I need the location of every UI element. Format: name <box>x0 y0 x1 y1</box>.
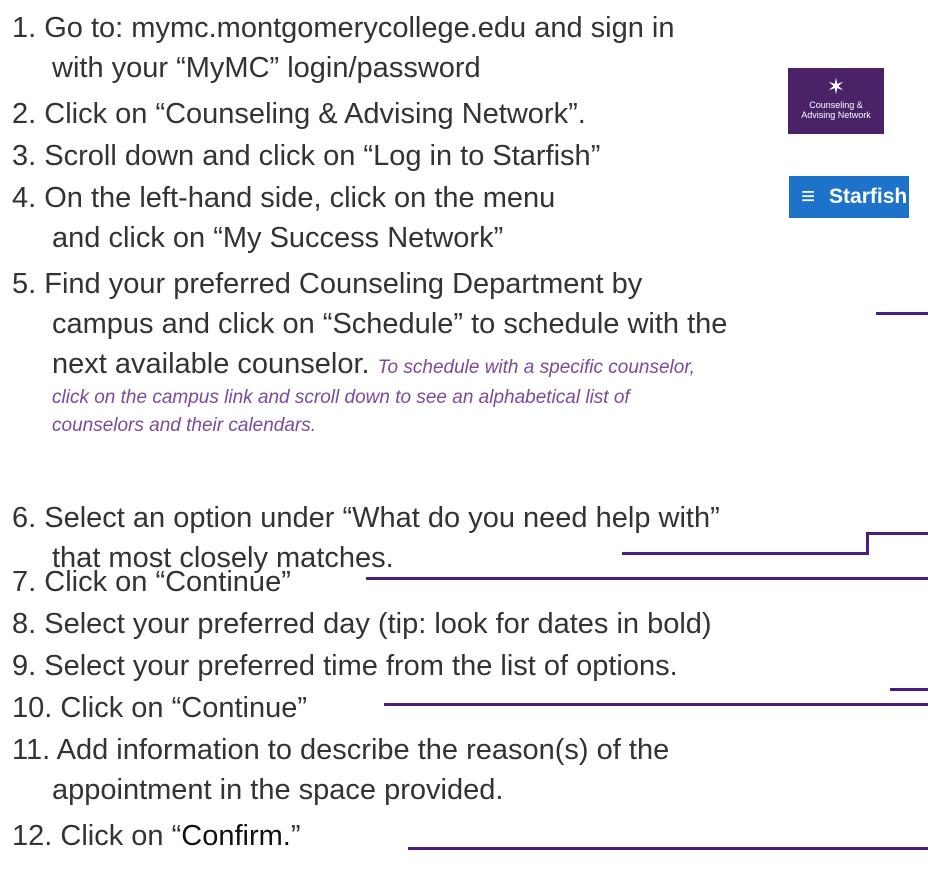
step-text: Add information to describe the reason(s… <box>56 734 670 766</box>
step-text: Click on “Continue” <box>44 566 291 598</box>
step-3: 3. Scroll down and click on “Log in to S… <box>12 136 600 176</box>
step-number: 3. <box>12 140 37 172</box>
connector-line-step9 <box>890 688 928 691</box>
step-number: 5. <box>12 268 37 300</box>
step-text: Click on “Counseling & Advising Network”… <box>44 98 586 130</box>
step-note: counselors and their calendars. <box>52 415 317 436</box>
connector-line-step6-vert <box>866 532 869 554</box>
step-note: click on the campus link and scroll down… <box>52 387 630 408</box>
step-text: Find your preferred Counseling Departmen… <box>44 268 643 300</box>
step-number: 2. <box>12 98 37 130</box>
step-text: On the left-hand side, click on the menu <box>44 182 556 214</box>
step-number: 7. <box>12 566 37 598</box>
step-text: Go to: mymc.montgomerycollege.edu and si… <box>44 12 675 44</box>
starfish-label: Starfish <box>829 185 908 208</box>
step-text: Select an option under “What do you need… <box>44 502 720 534</box>
star-icon: ✶ <box>826 74 846 99</box>
step-1: 1. Go to: mymc.montgomerycollege.edu and… <box>12 8 675 88</box>
confirm-emphasis: Confirm. <box>181 820 291 852</box>
step-text: Select your preferred day (tip: look for… <box>44 608 712 640</box>
step-11: 11. Add information to describe the reas… <box>12 730 669 810</box>
step-text-part: Click on “ <box>60 820 182 852</box>
step-text: Click on “Continue” <box>60 692 307 724</box>
step-continuation: and click on “My Success Network” <box>52 222 504 254</box>
step-continuation: with your “MyMC” login/password <box>52 52 481 84</box>
step-number: 1. <box>12 12 37 44</box>
hamburger-menu-icon: ≡ <box>801 183 816 210</box>
icon-caption: Advising Network <box>801 110 871 120</box>
step-continuation: campus and click on “Schedule” to schedu… <box>52 308 728 340</box>
step-continuation: appointment in the space provided. <box>52 774 504 806</box>
step-number: 9. <box>12 650 37 682</box>
step-2: 2. Click on “Counseling & Advising Netwo… <box>12 94 586 134</box>
step-7: 7. Click on “Continue” <box>12 562 291 602</box>
step-number: 4. <box>12 182 37 214</box>
icon-caption: Counseling & <box>809 100 863 110</box>
starfish-menu-button: ≡ Starfish <box>789 176 909 218</box>
connector-line-step7 <box>366 577 928 580</box>
connector-line-step10 <box>384 703 928 706</box>
step-number: 11. <box>12 734 51 766</box>
step-10: 10. Click on “Continue” <box>12 688 307 728</box>
step-continuation: next available counselor. To schedule wi… <box>12 344 727 384</box>
step-text: Select your preferred time from the list… <box>44 650 678 682</box>
step-continuation-text: next available counselor. <box>52 348 370 380</box>
step-4: 4. On the left-hand side, click on the m… <box>12 178 555 258</box>
step-number: 12. <box>12 820 53 852</box>
step-8: 8. Select your preferred day (tip: look … <box>12 604 712 644</box>
step-5: 5. Find your preferred Counseling Depart… <box>12 264 727 440</box>
step-text-part: ” <box>290 820 301 852</box>
connector-line-step6-top <box>866 532 928 535</box>
connector-line-step5 <box>876 312 928 315</box>
connector-line-step12 <box>408 847 928 850</box>
step-number: 6. <box>12 502 37 534</box>
step-12: 12. Click on “Confirm.” <box>12 816 301 856</box>
step-9: 9. Select your preferred time from the l… <box>12 646 678 686</box>
step-note-inline: To schedule with a specific counselor, <box>377 357 695 378</box>
counseling-network-icon: ✶ Counseling & Advising Network <box>788 68 884 134</box>
connector-line-step6-bottom <box>622 552 869 555</box>
step-text: Scroll down and click on “Log in to Star… <box>44 140 601 172</box>
step-number: 10. <box>12 692 53 724</box>
step-text: Click on “Confirm.” <box>60 820 300 852</box>
step-number: 8. <box>12 608 37 640</box>
